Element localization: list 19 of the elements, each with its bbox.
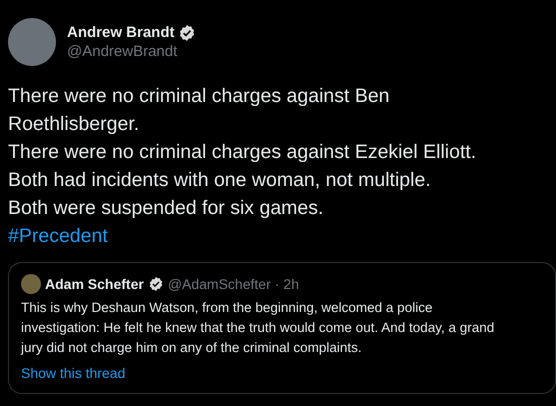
quoted-text-line: investigation: He felt he knew that the truth would come out. And today, a grand [21,319,494,337]
show-thread-link[interactable]: Show this thread [21,363,126,383]
avatar-placeholder [21,274,41,294]
tweet-text-line: Roethlisberger. [8,112,140,137]
author-name[interactable]: Andrew Brandt [67,23,175,42]
separator-dot: · [274,275,280,293]
author-handle[interactable]: @AndrewBrandt [67,42,196,62]
hashtag-link[interactable]: #Precedent [8,222,108,250]
quoted-time: 2h [283,275,299,293]
tweet-text-line: There were no criminal charges against Ben [8,84,390,109]
tweet-text-line: There were no criminal charges against Ezekiel Elliott. [8,140,476,165]
tweet-text-line: Both were suspended for six games. [8,196,324,221]
quoted-text-line: This is why Deshaun Watson, from the beginning, welcomed a police [21,299,432,317]
quoted-tweet-card[interactable] [8,262,556,394]
avatar-placeholder[interactable] [8,18,56,66]
quoted-author-name: Adam Schefter [45,275,144,293]
quoted-text-line: jury did not charge him on any of the criminal complaints. [21,339,362,357]
tweet-text-line: Both had incidents with one woman, not multiple. [8,168,431,193]
quoted-author-handle: @AdamSchefter [168,275,271,293]
